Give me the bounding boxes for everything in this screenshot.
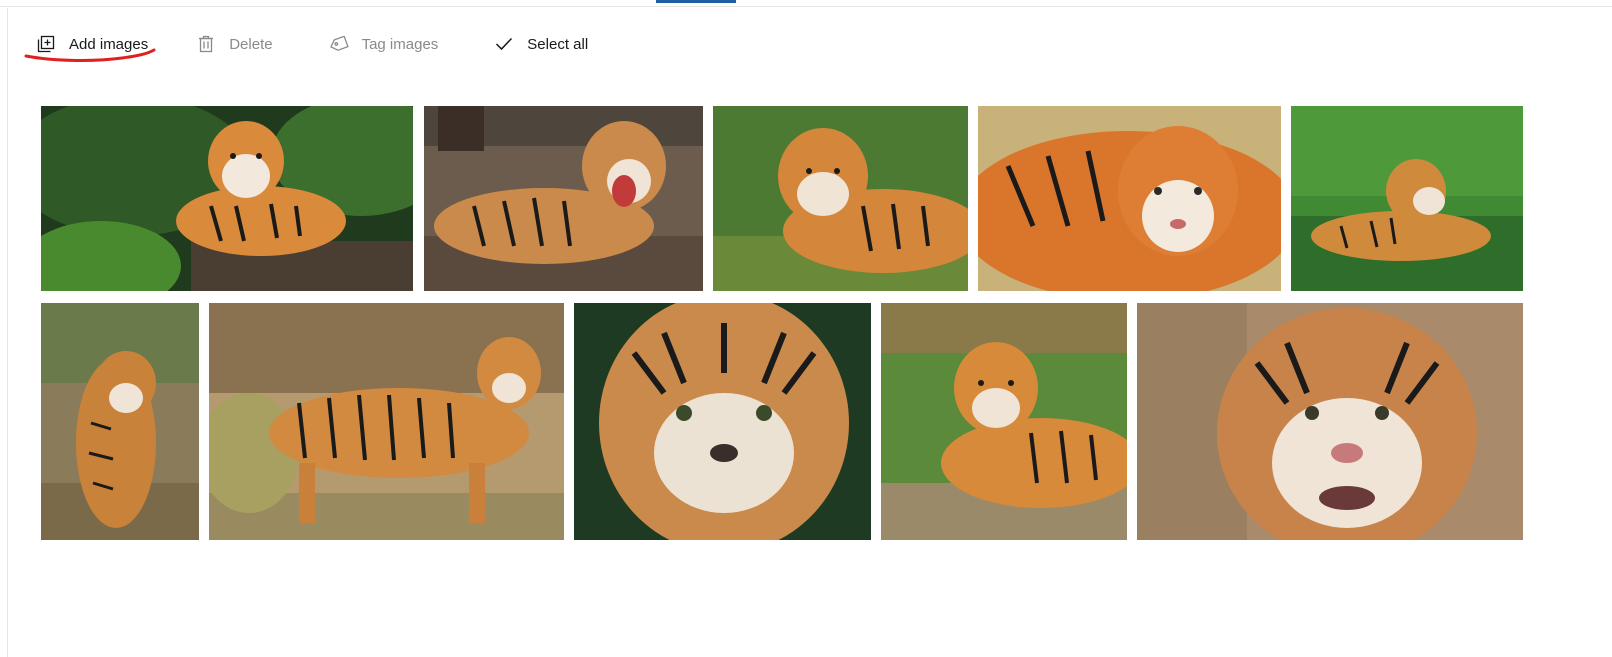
delete-label: Delete — [229, 35, 273, 53]
add-images-button[interactable]: Add images — [36, 26, 148, 62]
top-tab-bar — [0, 0, 1612, 7]
checkmark-icon — [494, 34, 514, 54]
select-all-button[interactable]: Select all — [494, 26, 588, 62]
image-tile[interactable] — [713, 106, 968, 291]
image-tile[interactable] — [209, 303, 564, 540]
tag-images-button[interactable]: Tag images — [329, 26, 439, 62]
image-tile[interactable] — [1291, 106, 1523, 291]
select-all-label: Select all — [527, 35, 589, 53]
toolbar: Add images Delete Tag images Select all — [30, 26, 588, 62]
image-tile[interactable] — [41, 303, 199, 540]
delete-button[interactable]: Delete — [196, 26, 273, 62]
add-images-label: Add images — [69, 35, 149, 53]
add-image-icon — [36, 34, 56, 54]
image-tile[interactable] — [424, 106, 703, 291]
gallery-row — [41, 106, 1549, 291]
active-tab-indicator — [656, 0, 736, 3]
image-tile[interactable] — [978, 106, 1281, 291]
tag-icon — [329, 34, 349, 54]
image-tile[interactable] — [41, 106, 413, 291]
image-gallery — [41, 106, 1549, 540]
trash-icon — [196, 34, 216, 54]
image-tile[interactable] — [574, 303, 871, 540]
tag-images-label: Tag images — [361, 35, 439, 53]
image-tile[interactable] — [1137, 303, 1523, 540]
image-tile[interactable] — [881, 303, 1127, 540]
left-pane-divider — [7, 8, 8, 657]
gallery-row — [41, 303, 1549, 540]
